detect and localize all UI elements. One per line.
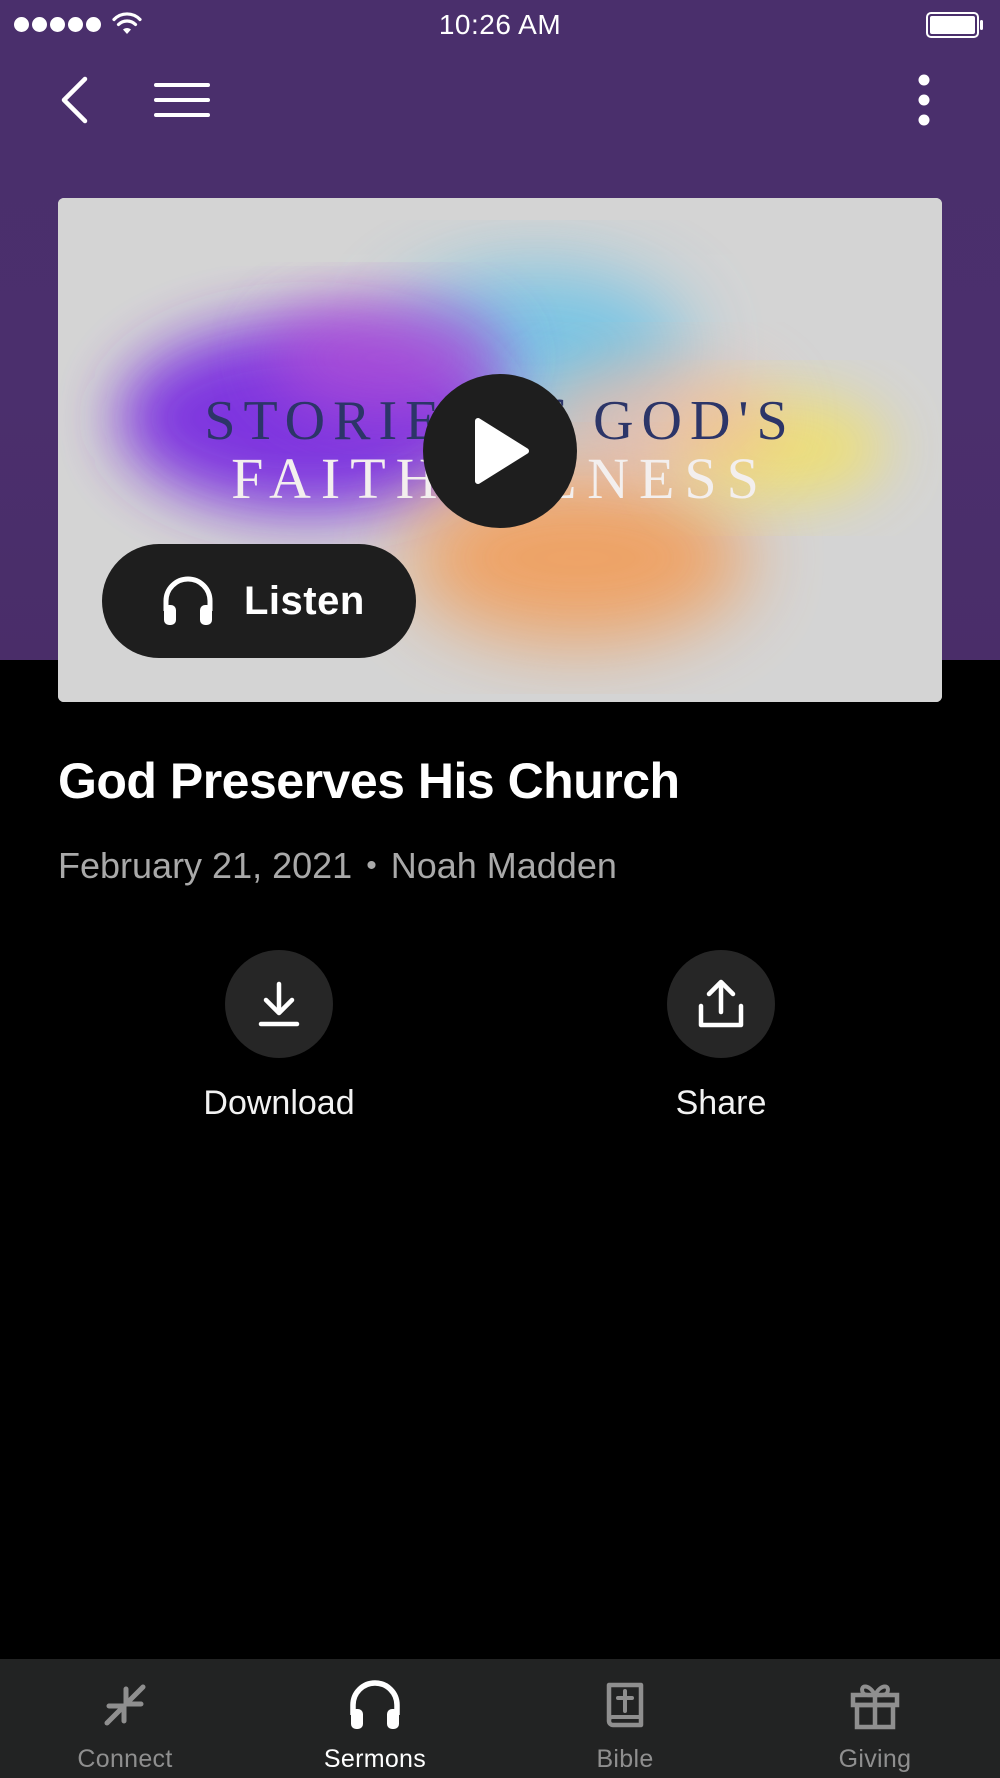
share-button[interactable] xyxy=(667,950,775,1058)
chevron-left-icon xyxy=(61,76,88,124)
tab-bible[interactable]: Bible xyxy=(500,1659,750,1778)
menu-button[interactable] xyxy=(150,70,214,130)
download-button[interactable] xyxy=(225,950,333,1058)
tab-bible-label: Bible xyxy=(596,1745,654,1773)
play-icon xyxy=(475,418,529,484)
headphones-icon xyxy=(163,576,213,625)
hamburger-menu-icon xyxy=(154,83,210,117)
download-action[interactable]: Download xyxy=(169,950,389,1123)
status-bar: 10:26 AM xyxy=(0,0,1000,50)
tab-connect-label: Connect xyxy=(77,1745,173,1773)
share-action[interactable]: Share xyxy=(611,950,831,1123)
back-button[interactable] xyxy=(50,70,98,130)
tab-sermons-label: Sermons xyxy=(323,1745,427,1773)
listen-button[interactable]: Listen xyxy=(102,544,416,658)
download-label: Download xyxy=(203,1084,355,1122)
tab-giving-label: Giving xyxy=(838,1745,912,1773)
more-options-button[interactable] xyxy=(900,70,948,130)
listen-label: Listen xyxy=(244,578,365,623)
share-icon xyxy=(698,979,744,1028)
tab-giving[interactable]: Giving xyxy=(750,1659,1000,1778)
battery-icon xyxy=(926,12,983,38)
share-label: Share xyxy=(675,1084,767,1122)
sermon-meta: February 21, 2021 • Noah Madden xyxy=(58,845,958,887)
download-icon xyxy=(258,981,300,1027)
connect-arrows-icon xyxy=(104,1684,146,1726)
sermon-title: God Preserves His Church xyxy=(58,753,680,809)
tab-bar: Connect Sermons Bible Giving xyxy=(0,1659,1000,1778)
play-button[interactable] xyxy=(423,374,577,528)
bible-icon xyxy=(606,1682,644,1728)
sermon-speaker: Noah Madden xyxy=(390,845,617,886)
sermon-date: February 21, 2021 xyxy=(58,845,353,886)
status-time: 10:26 AM xyxy=(438,9,562,40)
gift-icon xyxy=(850,1684,900,1730)
vertical-ellipsis-icon xyxy=(918,74,930,126)
sermon-artwork[interactable]: STORIES of GOD'S FAITHFULNESS Listen xyxy=(58,198,942,702)
meta-separator: • xyxy=(366,849,377,882)
headphones-icon xyxy=(350,1680,400,1729)
tab-sermons[interactable]: Sermons xyxy=(250,1659,500,1778)
tab-connect[interactable]: Connect xyxy=(0,1659,250,1778)
